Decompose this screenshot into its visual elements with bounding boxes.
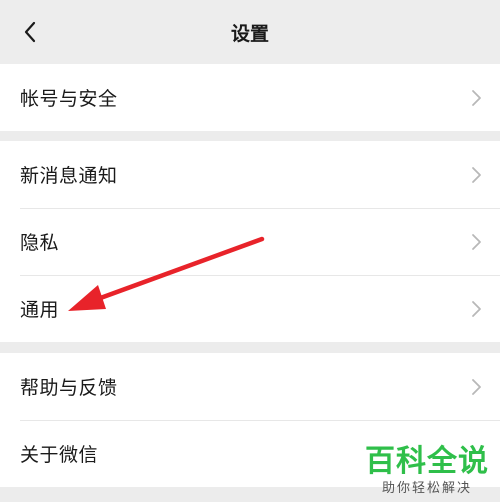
settings-item-label: 隐私 — [20, 232, 60, 254]
settings-item-label: 帮助与反馈 — [20, 377, 118, 399]
page-title: 设置 — [230, 23, 269, 45]
settings-item-label: 新消息通知 — [20, 165, 118, 187]
settings-item-label: 通用 — [20, 299, 60, 321]
chevron-right-icon — [470, 299, 482, 319]
settings-item-label: 关于微信 — [20, 444, 99, 466]
chevron-right-icon — [470, 88, 482, 108]
nav-bar: 设置 — [0, 0, 500, 64]
settings-item-new-message-notifications[interactable]: 新消息通知 — [0, 141, 500, 208]
section-notifications-privacy-general: 新消息通知 隐私 通用 — [0, 141, 500, 342]
settings-item-account-security[interactable]: 帐号与安全 — [0, 64, 500, 131]
watermark-logo: 百科全说 助你轻松解决 — [362, 444, 492, 498]
section-account: 帐号与安全 — [0, 64, 500, 131]
chevron-right-icon — [470, 232, 482, 252]
watermark-subtitle: 助你轻松解决 — [381, 481, 472, 496]
chevron-right-icon — [470, 165, 482, 185]
settings-item-general[interactable]: 通用 — [0, 275, 500, 342]
watermark-title: 百科全说 — [365, 444, 489, 479]
settings-item-help-feedback[interactable]: 帮助与反馈 — [0, 353, 500, 420]
settings-item-privacy[interactable]: 隐私 — [0, 208, 500, 275]
settings-item-label: 帐号与安全 — [20, 88, 118, 110]
chevron-right-icon — [470, 377, 482, 397]
